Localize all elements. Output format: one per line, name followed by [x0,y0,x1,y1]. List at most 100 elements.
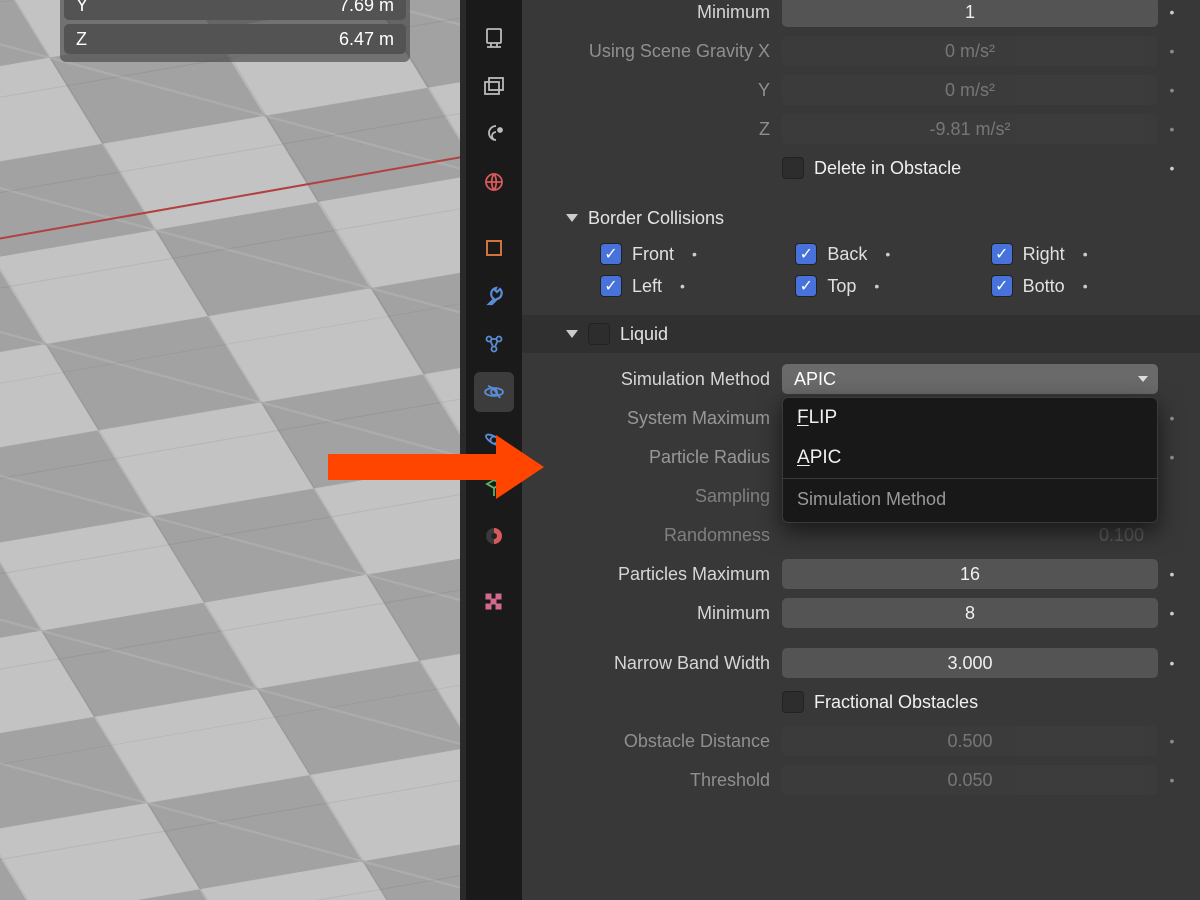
row-minimum-top: Minimum 1 [536,0,1186,30]
sim-method-dropdown: FLIP APIC Simulation Method [782,397,1158,523]
particles-max-label: Particles Maximum [536,564,782,585]
narrow-band-field[interactable]: 3.000 [782,648,1158,678]
animate-dot[interactable] [1158,121,1186,137]
tab-constraints[interactable] [474,324,514,364]
dd-option-apic[interactable]: APIC [783,438,1157,478]
animate-dot[interactable] [1158,4,1186,20]
bc-right[interactable]: Right• [991,243,1186,265]
randomness-field[interactable]: 0.100 [782,520,1158,550]
row-particles-maximum: Particles Maximum 16 [536,556,1186,592]
subheader-liquid[interactable]: Liquid [522,315,1200,353]
row-threshold: Threshold 0.050 [536,762,1186,798]
tab-particles[interactable] [474,420,514,460]
threshold-label: Threshold [536,770,782,791]
tab-physics[interactable] [474,372,514,412]
animate-dot[interactable] [1158,605,1186,621]
tab-material[interactable] [474,516,514,556]
min-field[interactable]: 1 [782,0,1158,27]
animate-dot[interactable] [1158,655,1186,671]
checkbox-icon[interactable] [991,275,1013,297]
row-narrow-band-width: Narrow Band Width 3.000 [536,645,1186,681]
delete-in-obstacle-checkbox[interactable] [782,157,804,179]
animate-dot[interactable] [1158,449,1186,465]
row-gravity-x: Using Scene Gravity X 0 m/s² [536,33,1186,69]
obstacle-dist-label: Obstacle Distance [536,731,782,752]
fractional-obstacles-checkbox[interactable] [782,691,804,713]
bc-bottom[interactable]: Botto• [991,275,1186,297]
tab-mesh[interactable] [474,468,514,508]
transform-y-row[interactable]: Y 7.69 m [64,0,406,20]
grid-lines [0,0,460,900]
sim-method-label: Simulation Method [536,369,782,390]
bc-top[interactable]: Top• [795,275,990,297]
particles-max-field[interactable]: 16 [782,559,1158,589]
3d-viewport[interactable]: Y 7.69 m Z 6.47 m [0,0,460,900]
sim-method-select[interactable]: APIC FLIP APIC Simulation Method [782,364,1158,394]
animate-dot[interactable] [1158,733,1186,749]
animate-dot[interactable] [1158,566,1186,582]
bc-back[interactable]: Back• [795,243,990,265]
tab-modifiers[interactable] [474,276,514,316]
tab-texture-checker[interactable] [474,582,514,622]
row-gravity-y: Y 0 m/s² [536,72,1186,108]
liquid-title: Liquid [620,324,668,345]
randomness-label: Randomness [536,525,782,546]
checkbox-icon[interactable] [991,243,1013,265]
row-gravity-z: Z -9.81 m/s² [536,111,1186,147]
dropdown-title: Simulation Method [783,479,1157,522]
disclosure-triangle-icon [566,214,578,222]
min-label: Minimum [536,2,782,23]
animate-dot[interactable] [1158,410,1186,426]
dd-option-flip[interactable]: FLIP [783,398,1157,438]
system-max-label: System Maximum [536,408,782,429]
animate-dot[interactable] [1158,772,1186,788]
gravity-x-field: 0 m/s² [782,36,1158,66]
chevron-down-icon [1138,376,1148,382]
animate-dot[interactable]: • [1083,278,1088,294]
obstacle-dist-field: 0.500 [782,726,1158,756]
gravity-y-label: Y [536,80,782,101]
delete-in-obstacle-field[interactable]: Delete in Obstacle [782,153,1158,183]
row-simulation-method: Simulation Method APIC FLIP APIC Simulat… [536,361,1186,397]
row-delete-in-obstacle: Delete in Obstacle [536,150,1186,186]
animate-dot[interactable]: • [874,278,879,294]
animate-dot[interactable] [1158,160,1186,176]
checkbox-icon[interactable] [600,243,622,265]
axis-value: 6.47 m [106,29,394,50]
sampling-label: Sampling [536,486,782,507]
checkbox-icon[interactable] [795,275,817,297]
gravity-header: Using Scene Gravity X [536,41,782,62]
animate-dot[interactable]: • [1083,246,1088,262]
axis-value: 7.69 m [106,0,394,16]
border-collisions-title: Border Collisions [588,208,724,229]
liquid-enable-checkbox[interactable] [588,323,610,345]
transform-z-row[interactable]: Z 6.47 m [64,24,406,54]
axis-label: Y [76,0,106,16]
animate-dot[interactable] [1158,82,1186,98]
tab-object[interactable] [474,228,514,268]
bc-left[interactable]: Left• [600,275,795,297]
threshold-field: 0.050 [782,765,1158,795]
animate-dot[interactable] [1158,43,1186,59]
animate-dot[interactable]: • [680,278,685,294]
tab-output[interactable] [474,18,514,58]
row-obstacle-distance: Obstacle Distance 0.500 [536,723,1186,759]
particles-min-label: Minimum [536,603,782,624]
disclosure-triangle-icon [566,330,578,338]
gravity-z-label: Z [536,119,782,140]
checkbox-icon[interactable] [795,243,817,265]
tab-texture[interactable] [474,114,514,154]
particles-min-field[interactable]: 8 [782,598,1158,628]
narrow-band-label: Narrow Band Width [536,653,782,674]
checkbox-icon[interactable] [600,275,622,297]
tab-world[interactable] [474,162,514,202]
subheader-border-collisions[interactable]: Border Collisions [536,199,1186,237]
tab-view-layers[interactable] [474,66,514,106]
animate-dot[interactable]: • [885,246,890,262]
row-particles-minimum: Minimum 8 [536,595,1186,631]
fractional-obstacles-field[interactable]: Fractional Obstacles [782,687,1158,717]
animate-dot[interactable]: • [692,246,697,262]
border-collisions-grid: Front• Back• Right• Left• Top• Botto• [536,237,1186,311]
bc-front[interactable]: Front• [600,243,795,265]
properties-panel: Minimum 1 Using Scene Gravity X 0 m/s² Y… [522,0,1200,900]
